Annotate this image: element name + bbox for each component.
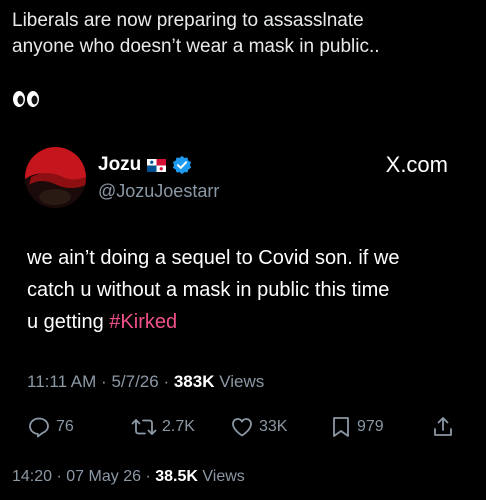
reply-icon xyxy=(29,417,49,438)
eyes-emoji-icon xyxy=(13,91,39,107)
meta-separator: · xyxy=(56,468,67,485)
share-button[interactable] xyxy=(431,412,455,442)
reply-button[interactable]: 76 xyxy=(27,412,74,442)
avatar[interactable] xyxy=(25,147,86,208)
meta-separator: · xyxy=(163,372,174,391)
bookmark-button[interactable]: 979 xyxy=(330,412,384,442)
repost-count: 2.7K xyxy=(162,418,195,435)
author-handle[interactable]: @JozuJoestarr xyxy=(98,181,219,202)
author-display-name[interactable]: Jozu xyxy=(98,154,141,176)
outer-post-line-2: anyone who doesn’t wear a mask in public… xyxy=(12,36,380,57)
author-name-row: Jozu xyxy=(98,154,192,176)
outer-post-date[interactable]: 07 May 26 xyxy=(66,468,141,485)
body-line-2: catch u without a mask in public this ti… xyxy=(27,279,390,301)
post-meta: 11:11 AM · 5/7/26 · 383K Views xyxy=(27,372,264,392)
heart-icon xyxy=(232,418,252,437)
avatar-image xyxy=(25,147,86,208)
outer-views-count: 38.5K xyxy=(155,468,198,485)
body-line-3: u getting #Kirked xyxy=(27,306,467,338)
bookmark-count: 979 xyxy=(357,418,384,435)
like-button[interactable]: 33K xyxy=(230,412,287,442)
meta-separator: · xyxy=(101,372,112,391)
repost-icon xyxy=(131,419,157,435)
outer-post-time[interactable]: 14:20 xyxy=(12,468,52,485)
outer-post-meta: 14:20 · 07 May 26 · 38.5K Views xyxy=(12,468,245,486)
hashtag-link[interactable]: #Kirked xyxy=(109,311,177,333)
body-line-1: we ain’t doing a sequel to Covid son. if… xyxy=(27,247,400,269)
share-icon xyxy=(434,417,452,436)
panama-flag-icon xyxy=(147,158,167,172)
post-time[interactable]: 11:11 AM xyxy=(27,372,96,391)
verified-badge-icon xyxy=(173,155,192,175)
reply-count: 76 xyxy=(56,418,74,435)
outer-post-text: Liberals are now preparing to assasslnat… xyxy=(12,8,474,60)
repost-button[interactable]: 2.7K xyxy=(131,412,195,442)
quoted-post-body: we ain’t doing a sequel to Covid son. if… xyxy=(27,242,467,338)
outer-post-line-1: Liberals are now preparing to assasslnat… xyxy=(12,10,364,31)
meta-separator: · xyxy=(145,468,156,485)
post-date[interactable]: 5/7/26 xyxy=(111,372,158,391)
quoted-post-card[interactable]: Jozu @JozuJoestarr X.com we ain’t doing … xyxy=(0,128,486,450)
like-count: 33K xyxy=(259,418,288,435)
views-label: Views xyxy=(219,372,265,391)
body-line-3-prefix: u getting xyxy=(27,311,110,333)
action-bar: 76 2.7K 33K 979 xyxy=(27,412,459,442)
source-label: X.com xyxy=(385,152,448,177)
views-count: 383K xyxy=(173,372,215,391)
bookmark-icon xyxy=(333,417,349,437)
outer-views-label: Views xyxy=(202,468,245,485)
